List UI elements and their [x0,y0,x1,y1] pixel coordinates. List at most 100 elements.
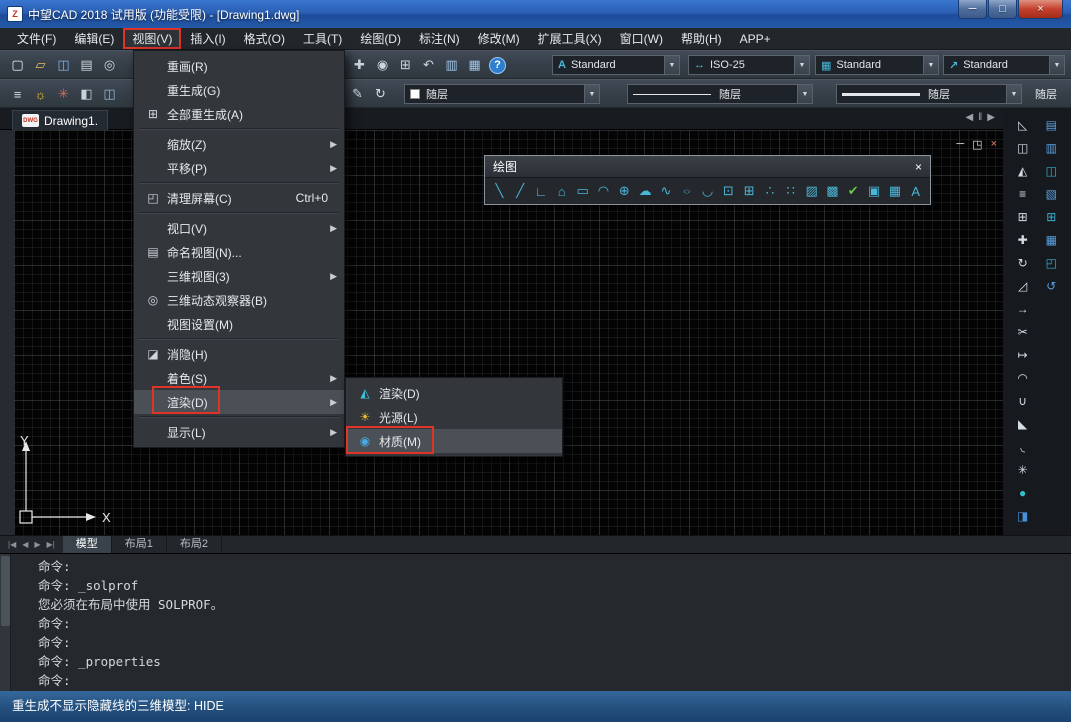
regen-icon[interactable]: ↻ [369,84,392,104]
child-minimize-button[interactable]: ─ [956,138,964,151]
line-icon[interactable]: ╲ [489,180,510,202]
zoom-realtime-icon[interactable]: ◉ [371,55,394,75]
tab-nav-arrow[interactable]: ▶| [45,540,57,549]
break-icon[interactable]: ◠ [1014,369,1032,387]
linetype-combo[interactable]: 随层 ▼ [627,84,813,104]
pan-icon[interactable]: ✚ [348,55,371,75]
point-icon[interactable]: ∴ [760,180,781,202]
mirror-icon[interactable]: ◭ [1014,162,1032,180]
view-menu-item-pan[interactable]: 平移(P) ▶ [134,156,344,180]
menubar-item-window[interactable]: 窗口(W) [611,28,672,49]
chevron-down-icon[interactable]: ▼ [664,56,679,74]
close-button[interactable]: × [1018,0,1063,19]
measure-icon[interactable]: ▦ [1042,231,1060,249]
designcenter-icon[interactable]: ▦ [463,55,486,75]
revcloud-icon[interactable]: ☁ [635,180,656,202]
material-lib-icon[interactable]: ◨ [1014,507,1032,525]
view-menu-item-view-settings[interactable]: 视图设置(M) [134,312,344,336]
save-icon[interactable]: ◫ [52,55,75,75]
circle-icon[interactable]: ⊕ [614,180,635,202]
layer-properties-icon[interactable]: ≡ [6,84,29,104]
view-menu-item-clean-screen[interactable]: ◰ 清理屏幕(C) Ctrl+0 [134,186,344,210]
zoom-previous-icon[interactable]: ↶ [417,55,440,75]
command-scrollbar-thumb[interactable] [1,556,10,626]
view-menu-item-regen-all[interactable]: ⊞ 全部重生成(A) [134,102,344,126]
doc-nav-arrow[interactable]: ‖ [978,112,982,123]
ellipse-arc-icon[interactable]: ◡ [697,180,718,202]
tab-nav-arrow[interactable]: ▶ [32,540,42,549]
table-style-combo[interactable]: ▦ Standard ▼ [815,55,939,75]
view-menu-item-3d-orbit[interactable]: ◎ 三维动态观察器(B) [134,288,344,312]
table-icon[interactable]: ▦ [884,180,905,202]
doc-nav-arrow[interactable]: ▶ [987,112,995,123]
render-submenu-item-render[interactable]: ◭ 渲染(D) [346,381,562,405]
layer-freeze-icon[interactable]: ✳ [52,84,75,104]
match-properties-icon[interactable]: ✎ [346,84,369,104]
quickcalc-icon[interactable]: ⊞ [1042,208,1060,226]
markup-icon[interactable]: ▧ [1042,185,1060,203]
chevron-down-icon[interactable]: ▼ [923,56,938,74]
boundary-icon[interactable]: ✔ [843,180,864,202]
view-menu-item-named-views[interactable]: ▤ 命名视图(N)... [134,240,344,264]
make-block-icon[interactable]: ⊞ [739,180,760,202]
render-ball-icon[interactable]: ● [1014,484,1032,502]
xline-icon[interactable]: ╱ [510,180,531,202]
chevron-down-icon[interactable]: ▼ [584,85,599,103]
plotstyle-combo[interactable]: 随层 [1030,84,1070,104]
extend-icon[interactable]: ↦ [1014,346,1032,364]
draw-palette-close-icon[interactable]: × [915,160,922,174]
dim-style-combo[interactable]: ↔ ISO-25 ▼ [688,55,810,75]
stretch-icon[interactable]: → [1014,300,1032,318]
move-icon[interactable]: ✚ [1014,231,1032,249]
print-icon[interactable]: ▤ [75,55,98,75]
draw-palette-titlebar[interactable]: 绘图 × [485,156,930,178]
copy-icon[interactable]: ◫ [1014,139,1032,157]
fillet-icon[interactable]: ◟ [1014,438,1032,456]
menubar-item-express[interactable]: 扩展工具(X) [529,28,611,49]
open-icon[interactable]: ▱ [29,55,52,75]
gradient-icon[interactable]: ▩ [822,180,843,202]
explode-icon[interactable]: ✳ [1014,461,1032,479]
chevron-down-icon[interactable]: ▼ [794,56,809,74]
view-menu-item-display[interactable]: 显示(L) ▶ [134,420,344,444]
layout-tab-布局1[interactable]: 布局1 [112,536,167,553]
command-scrollbar[interactable] [0,554,11,692]
join-icon[interactable]: ∪ [1014,392,1032,410]
hatch-icon[interactable]: ▨ [801,180,822,202]
new-icon[interactable]: ▢ [6,55,29,75]
menubar-item-insert[interactable]: 插入(I) [181,28,234,49]
menubar-item-draw[interactable]: 绘图(D) [351,28,410,49]
text-style-combo[interactable]: A Standard ▼ [552,55,680,75]
document-tab[interactable]: DWG Drawing1. [12,110,109,130]
child-close-button[interactable]: × [991,138,997,151]
layer-states-icon[interactable]: ◫ [98,84,121,104]
menubar-item-help[interactable]: 帮助(H) [672,28,731,49]
view-menu-item-zoom[interactable]: 缩放(Z) ▶ [134,132,344,156]
help-icon[interactable]: ? [489,56,506,74]
menubar-item-dimension[interactable]: 标注(N) [410,28,469,49]
polygon-icon[interactable]: ⌂ [551,180,572,202]
toolpalette-icon[interactable]: ▥ [1042,139,1060,157]
tab-nav-arrow[interactable]: ◀ [20,540,30,549]
layout-tab-模型[interactable]: 模型 [62,536,112,553]
spline-icon[interactable]: ∿ [656,180,677,202]
menubar-item-view[interactable]: 视图(V) [123,28,182,49]
color-combo[interactable]: 随层 ▼ [404,84,600,104]
zoom-window-icon[interactable]: ⊞ [394,55,417,75]
layout-tab-布局2[interactable]: 布局2 [167,536,223,553]
offset-icon[interactable]: ≡ [1014,185,1032,203]
arc-icon[interactable]: ◠ [593,180,614,202]
chevron-down-icon[interactable]: ▼ [797,85,812,103]
mleader-style-combo[interactable]: ↗ Standard ▼ [943,55,1065,75]
rotate-icon[interactable]: ↻ [1014,254,1032,272]
tab-nav-arrow[interactable]: |◀ [6,540,18,549]
polyline-icon[interactable]: ∟ [531,180,552,202]
chevron-down-icon[interactable]: ▼ [1049,56,1064,74]
sheetset-icon[interactable]: ◫ [1042,162,1060,180]
rectangle-icon[interactable]: ▭ [572,180,593,202]
menubar-item-edit[interactable]: 编辑(E) [65,28,123,49]
undo-view-icon[interactable]: ↺ [1042,277,1060,295]
divide-icon[interactable]: ∷ [780,180,801,202]
doc-nav-arrow[interactable]: ◀ [965,112,973,123]
view-menu-item-viewports[interactable]: 视口(V) ▶ [134,216,344,240]
